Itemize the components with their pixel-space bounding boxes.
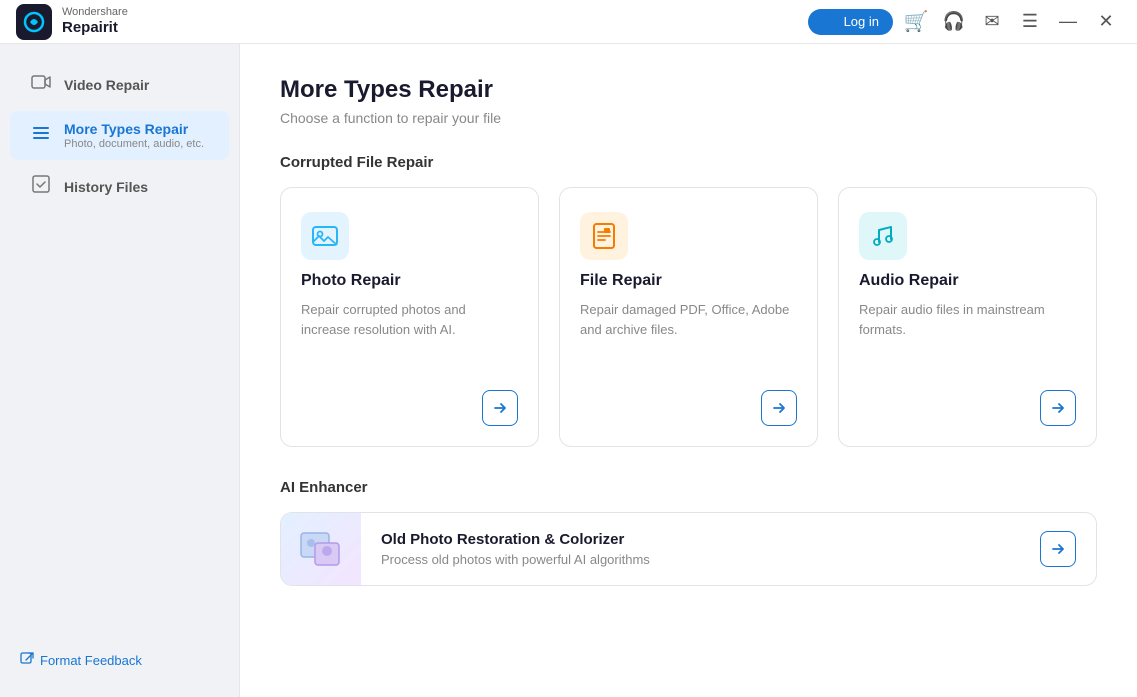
menu-button[interactable]: ☰ bbox=[1015, 7, 1045, 37]
sidebar: Video Repair More Types Repair Photo, do… bbox=[0, 44, 240, 697]
corrupted-section-title: Corrupted File Repair bbox=[280, 154, 1097, 171]
minimize-button[interactable]: — bbox=[1053, 7, 1083, 37]
page-subtitle: Choose a function to repair your file bbox=[280, 110, 1097, 126]
sidebar-item-more-types[interactable]: More Types Repair Photo, document, audio… bbox=[10, 111, 229, 160]
sidebar-item-video-repair-label: Video Repair bbox=[64, 77, 149, 93]
user-icon: 👤 bbox=[822, 14, 838, 30]
login-button[interactable]: 👤 Log in bbox=[808, 9, 893, 35]
photo-repair-desc: Repair corrupted photos and increase res… bbox=[301, 300, 518, 374]
sidebar-item-more-types-sublabel: Photo, document, audio, etc. bbox=[64, 138, 204, 150]
sidebar-bottom: Format Feedback bbox=[0, 640, 239, 681]
photo-repair-arrow[interactable] bbox=[482, 390, 518, 426]
photo-repair-icon-wrap bbox=[301, 212, 349, 260]
file-repair-desc: Repair damaged PDF, Office, Adobe and ar… bbox=[580, 300, 797, 374]
photo-repair-title: Photo Repair bbox=[301, 272, 518, 290]
audio-repair-card[interactable]: Audio Repair Repair audio files in mains… bbox=[838, 187, 1097, 447]
file-repair-card[interactable]: File Repair Repair damaged PDF, Office, … bbox=[559, 187, 818, 447]
format-feedback-link[interactable]: Format Feedback bbox=[20, 652, 219, 669]
sidebar-item-video-repair[interactable]: Video Repair bbox=[10, 62, 229, 107]
ai-card-icon-wrap bbox=[281, 513, 361, 585]
ai-section-title: AI Enhancer bbox=[280, 479, 1097, 496]
titlebar-controls: 👤 Log in 🛒 🎧 ✉ ☰ — ✕ bbox=[808, 7, 1121, 37]
mail-button[interactable]: ✉ bbox=[977, 7, 1007, 37]
logo-icon bbox=[16, 4, 52, 40]
close-button[interactable]: ✕ bbox=[1091, 7, 1121, 37]
brand-name: Wondershare bbox=[62, 6, 128, 19]
main-layout: Video Repair More Types Repair Photo, do… bbox=[0, 44, 1137, 697]
main-content: More Types Repair Choose a function to r… bbox=[240, 44, 1137, 697]
format-feedback-label: Format Feedback bbox=[40, 653, 142, 668]
headset-button[interactable]: 🎧 bbox=[939, 7, 969, 37]
ai-card-arrow[interactable] bbox=[1040, 531, 1076, 567]
audio-repair-title: Audio Repair bbox=[859, 272, 1076, 290]
more-types-icon bbox=[30, 123, 52, 148]
video-repair-icon bbox=[30, 72, 52, 97]
app-logo: Wondershare Repairit bbox=[16, 4, 128, 40]
ai-enhancer-card[interactable]: Old Photo Restoration & Colorizer Proces… bbox=[280, 512, 1097, 586]
external-link-icon bbox=[20, 652, 34, 669]
ai-card-desc: Process old photos with powerful AI algo… bbox=[381, 552, 1020, 567]
product-name: Repairit bbox=[62, 19, 128, 37]
sidebar-item-history[interactable]: History Files bbox=[10, 164, 229, 209]
file-repair-arrow[interactable] bbox=[761, 390, 797, 426]
page-title: More Types Repair bbox=[280, 76, 1097, 104]
repair-cards-grid: Photo Repair Repair corrupted photos and… bbox=[280, 187, 1097, 447]
ai-card-title: Old Photo Restoration & Colorizer bbox=[381, 531, 1020, 548]
titlebar: Wondershare Repairit 👤 Log in 🛒 🎧 ✉ ☰ — … bbox=[0, 0, 1137, 44]
file-repair-title: File Repair bbox=[580, 272, 797, 290]
photo-repair-card[interactable]: Photo Repair Repair corrupted photos and… bbox=[280, 187, 539, 447]
audio-repair-desc: Repair audio files in mainstream formats… bbox=[859, 300, 1076, 374]
cart-button[interactable]: 🛒 bbox=[901, 7, 931, 37]
audio-repair-icon-wrap bbox=[859, 212, 907, 260]
sidebar-item-history-label: History Files bbox=[64, 179, 148, 195]
file-repair-icon-wrap bbox=[580, 212, 628, 260]
sidebar-item-more-types-label: More Types Repair bbox=[64, 121, 204, 137]
audio-repair-arrow[interactable] bbox=[1040, 390, 1076, 426]
history-icon bbox=[30, 174, 52, 199]
